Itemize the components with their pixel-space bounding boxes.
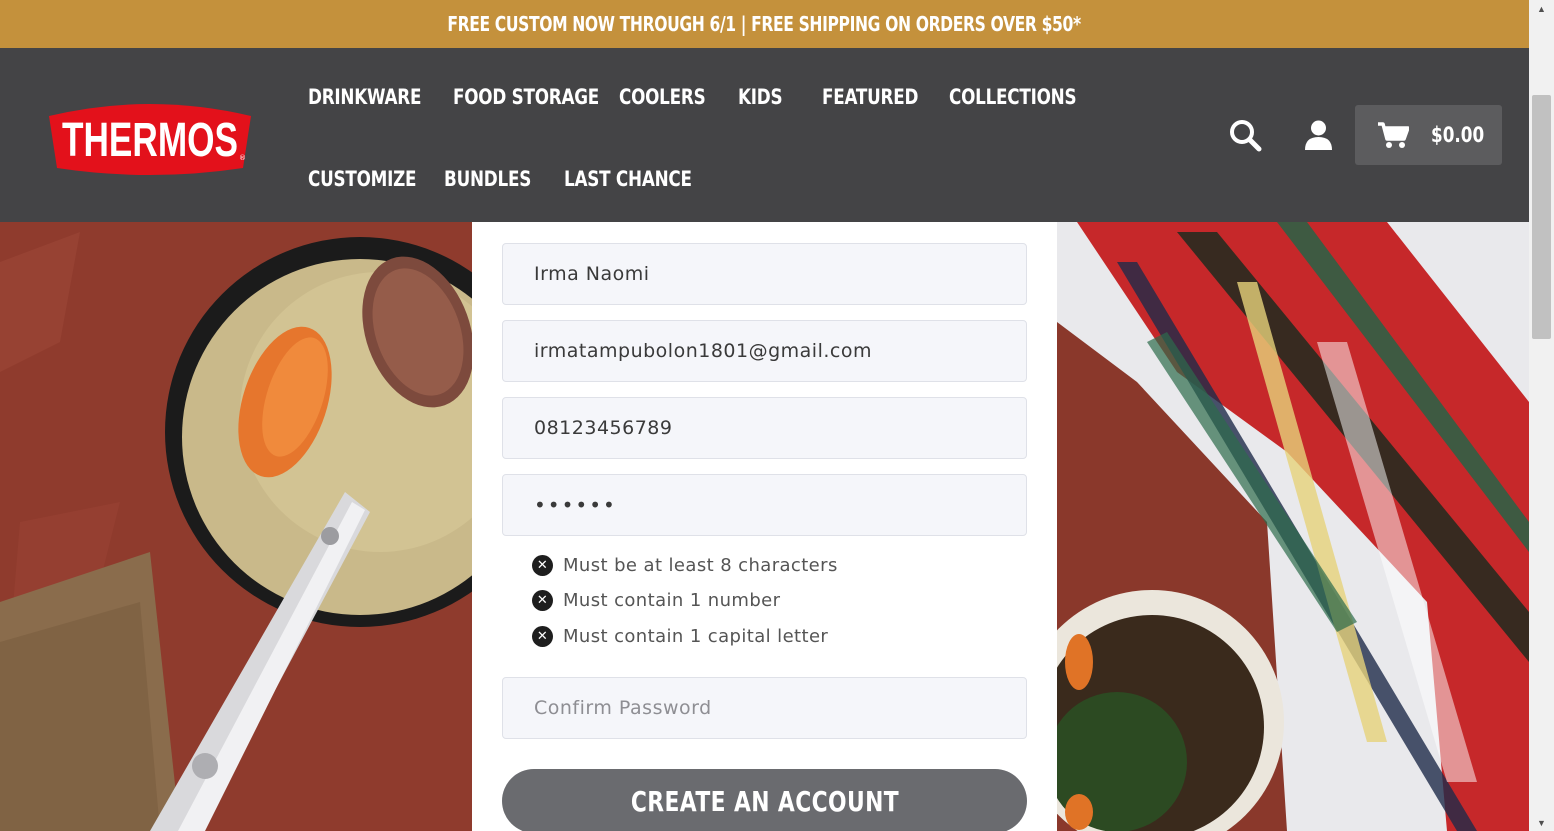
svg-text:®: ® xyxy=(239,154,246,162)
error-x-icon: ✕ xyxy=(532,626,553,647)
password-masked-value: •••••• xyxy=(534,493,617,517)
password-field[interactable]: •••••• xyxy=(502,474,1027,536)
nav-featured[interactable]: FEATURED xyxy=(822,85,918,109)
search-icon[interactable] xyxy=(1229,119,1262,152)
thermos-logo[interactable]: THERMOS ® xyxy=(45,98,255,176)
create-account-button[interactable]: CREATE AN ACCOUNT xyxy=(502,769,1027,831)
nav-drinkware[interactable]: DRINKWARE xyxy=(308,85,421,109)
scroll-down-arrow-icon[interactable]: ▼ xyxy=(1529,814,1554,831)
registration-form: Irma Naomi irmatampubolon1801@gmail.com … xyxy=(472,222,1057,831)
background-photo-right xyxy=(1057,222,1529,831)
create-account-label: CREATE AN ACCOUNT xyxy=(630,784,899,818)
rule-text: Must contain 1 capital letter xyxy=(563,626,829,647)
nav-bundles[interactable]: BUNDLES xyxy=(444,167,531,191)
user-icon[interactable] xyxy=(1304,120,1333,150)
cart-total: $0.00 xyxy=(1431,123,1485,147)
error-x-icon: ✕ xyxy=(532,590,553,611)
scroll-thumb[interactable] xyxy=(1532,95,1551,339)
nav-food-storage[interactable]: FOOD STORAGE xyxy=(453,85,599,109)
promo-text: FREE CUSTOM NOW THROUGH 6/1 | FREE SHIPP… xyxy=(447,12,1082,36)
email-field[interactable]: irmatampubolon1801@gmail.com xyxy=(502,320,1027,382)
page-scrollbar[interactable]: ▲ ▼ xyxy=(1529,0,1554,831)
site-header: THERMOS ® DRINKWARE FOOD STORAGE COOLERS… xyxy=(0,48,1529,222)
password-rule-length: ✕ Must be at least 8 characters xyxy=(532,555,838,576)
rule-text: Must contain 1 number xyxy=(563,590,781,611)
error-x-icon: ✕ xyxy=(532,555,553,576)
nav-customize[interactable]: CUSTOMIZE xyxy=(308,167,417,191)
nav-last-chance[interactable]: LAST CHANCE xyxy=(564,167,692,191)
scroll-up-arrow-icon[interactable]: ▲ xyxy=(1529,0,1554,17)
svg-text:THERMOS: THERMOS xyxy=(62,114,238,167)
confirm-password-field[interactable]: Confirm Password xyxy=(502,677,1027,739)
nav-collections[interactable]: COLLECTIONS xyxy=(949,85,1077,109)
phone-field[interactable]: 08123456789 xyxy=(502,397,1027,459)
nav-coolers[interactable]: COOLERS xyxy=(619,85,706,109)
nav-kids[interactable]: KIDS xyxy=(738,85,783,109)
promo-banner: FREE CUSTOM NOW THROUGH 6/1 | FREE SHIPP… xyxy=(0,0,1529,48)
rule-text: Must be at least 8 characters xyxy=(563,555,838,576)
cart-icon xyxy=(1378,122,1409,148)
cart-button[interactable]: $0.00 xyxy=(1355,105,1502,165)
background-photo-left xyxy=(0,222,472,831)
password-rule-capital: ✕ Must contain 1 capital letter xyxy=(532,626,828,647)
name-field[interactable]: Irma Naomi xyxy=(502,243,1027,305)
password-rule-number: ✕ Must contain 1 number xyxy=(532,590,780,611)
